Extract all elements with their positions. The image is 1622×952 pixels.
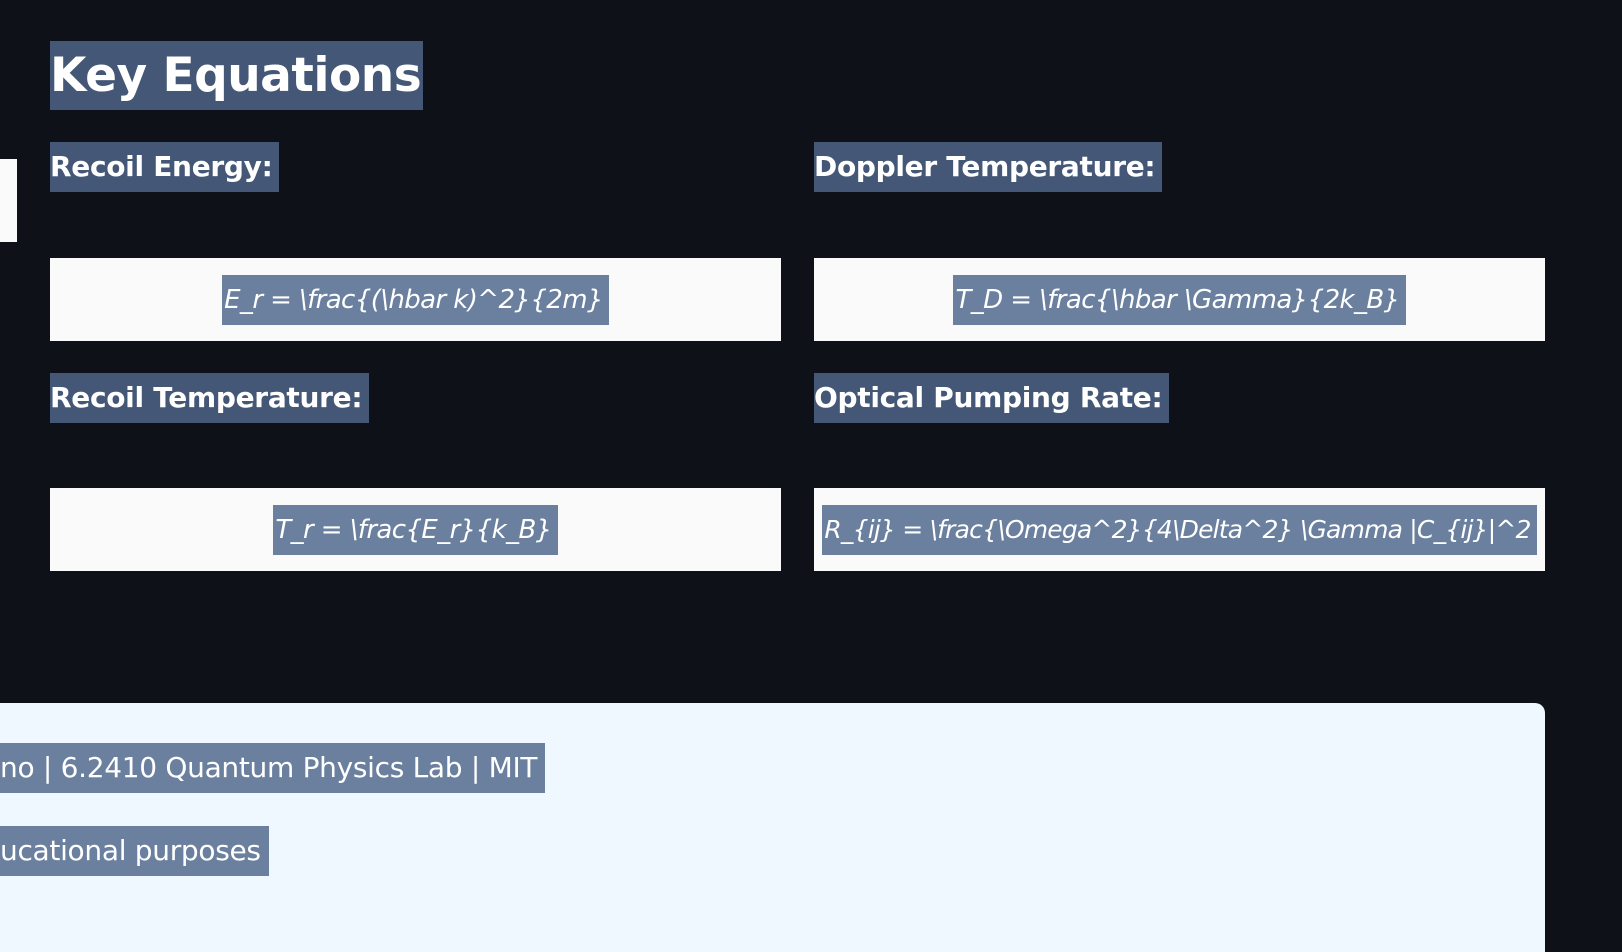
equation-label-optical-pumping-rate: Optical Pumping Rate: — [814, 373, 1170, 423]
equation-box-doppler-temperature: T_D = \frac{\hbar \Gamma}{2k_B} — [814, 258, 1545, 341]
equation-label-doppler-temperature: Doppler Temperature: — [814, 142, 1163, 192]
page-title: Key Equations — [50, 41, 424, 110]
equation-optical-pumping-rate: R_{ij} = \frac{\Omega^2}{4\Delta^2} \Gam… — [822, 504, 1537, 555]
equation-label-recoil-energy: Recoil Energy: — [50, 142, 280, 192]
equation-doppler-temperature: T_D = \frac{\hbar \Gamma}{2k_B} — [953, 274, 1406, 325]
sidebar-edge — [0, 159, 17, 242]
footer-credit-line: no | 6.2410 Quantum Physics Lab | MIT — [0, 743, 546, 793]
page: Key Equations Recoil Energy: E_r = \frac… — [0, 0, 1622, 952]
equation-recoil-energy: E_r = \frac{(\hbar k)^2}{2m} — [222, 274, 609, 325]
footer: no | 6.2410 Quantum Physics Lab | MIT uc… — [0, 703, 1545, 952]
equation-box-recoil-energy: E_r = \frac{(\hbar k)^2}{2m} — [50, 258, 781, 341]
equation-box-recoil-temperature: T_r = \frac{E_r}{k_B} — [50, 488, 781, 571]
equation-box-optical-pumping-rate: R_{ij} = \frac{\Omega^2}{4\Delta^2} \Gam… — [814, 488, 1545, 571]
equation-recoil-temperature: T_r = \frac{E_r}{k_B} — [273, 504, 558, 555]
footer-disclaimer-line: ucational purposes — [0, 826, 269, 876]
equation-label-recoil-temperature: Recoil Temperature: — [50, 373, 370, 423]
